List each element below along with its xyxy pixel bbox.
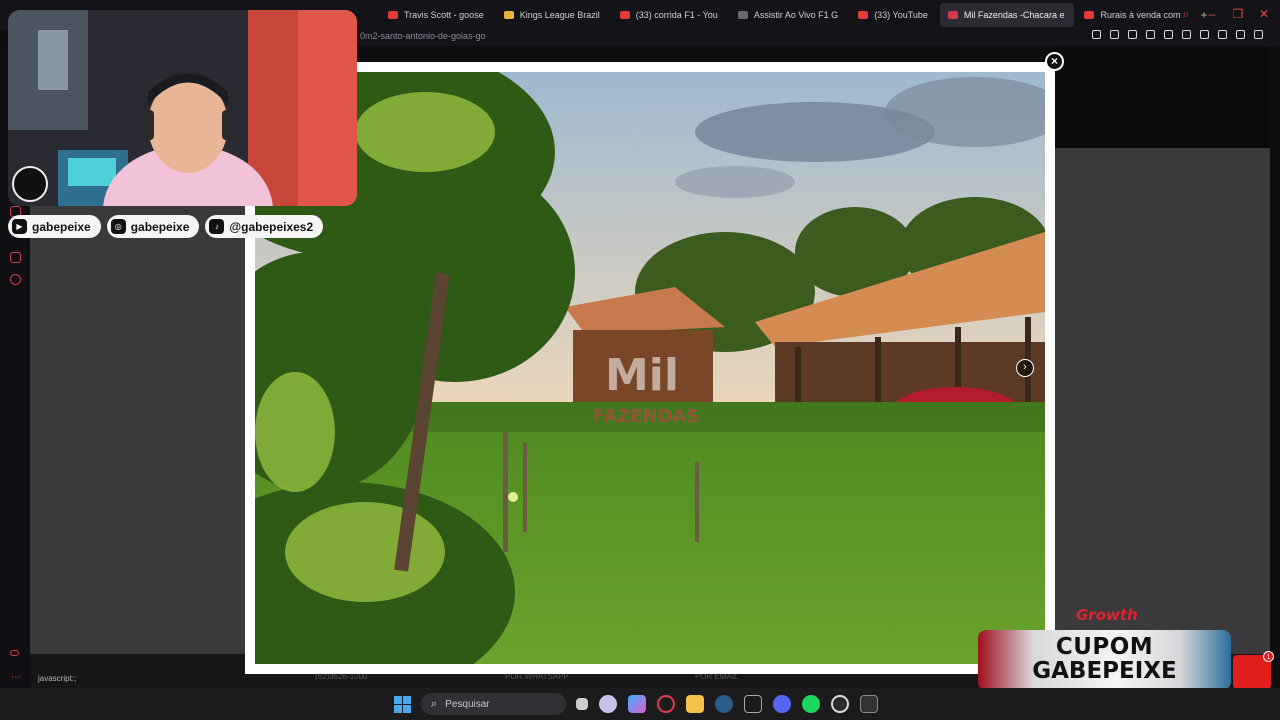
spotify-icon[interactable]	[802, 695, 820, 713]
farm-photo-illustration: Mil FAZENDAS	[255, 72, 1045, 664]
sidebar-settings-icon[interactable]	[10, 274, 21, 285]
tab-label: Kings League Brazil	[519, 10, 600, 20]
status-url: javascript:;	[38, 674, 77, 683]
tab-label: Rurais à venda com	[1100, 10, 1181, 20]
notification-count: 1	[1263, 651, 1274, 662]
tab-kings-league[interactable]: Kings League Brazil	[496, 3, 610, 27]
snapshot-icon[interactable]	[1128, 30, 1137, 39]
mil-fazendas-icon	[947, 11, 958, 19]
window-controls: ⌕ – ❐ ✕	[1180, 8, 1270, 20]
channel-logo-icon	[12, 166, 48, 202]
tab-label: Travis Scott - goose	[404, 10, 484, 20]
youtube-icon	[388, 11, 398, 19]
social-instagram: ◎ gabepeixe	[106, 215, 200, 238]
account-icon[interactable]	[1218, 30, 1227, 39]
sidebar-toggle-icon[interactable]	[1092, 30, 1101, 39]
tv-icon	[737, 11, 748, 19]
minimize-icon[interactable]: –	[1206, 8, 1218, 20]
shield-icon[interactable]	[1146, 30, 1155, 39]
farm-photo: Mil FAZENDAS	[255, 72, 1045, 664]
coupon-banner: CUPOM GABEPEIXE	[978, 630, 1231, 690]
sidebar-home-icon[interactable]	[10, 252, 21, 263]
menu-icon[interactable]	[1254, 30, 1263, 39]
page-header-area	[1054, 46, 1270, 148]
tab-label: (33) corrida F1 - You	[635, 10, 718, 20]
webcam-overlay	[8, 10, 357, 206]
tab-mil-fazendas[interactable]: Mil Fazendas -Chacara e	[939, 3, 1075, 27]
tab-label: Mil Fazendas -Chacara e	[963, 10, 1065, 20]
youtube-icon	[619, 11, 630, 19]
steam-icon[interactable]	[715, 695, 733, 713]
social-label: gabepeixe	[32, 219, 91, 234]
youtube-icon: ▶	[12, 219, 27, 234]
search-placeholder: Pesquisar	[445, 698, 490, 710]
extensions-icon[interactable]	[1200, 30, 1209, 39]
social-youtube: ▶ gabepeixe	[8, 215, 101, 238]
windows-start-icon[interactable]	[394, 696, 411, 713]
webcam-feed	[8, 10, 357, 206]
tab-corrida-f1[interactable]: (33) corrida F1 - You	[612, 3, 728, 27]
url-field[interactable]: 0m2-santo-antonio-de-goias-go	[360, 31, 486, 41]
search-icon: ⌕	[431, 697, 438, 710]
capcut-icon[interactable]	[744, 695, 762, 713]
image-lightbox: Mil FAZENDAS	[245, 62, 1055, 674]
tab-travis-scott[interactable]: Travis Scott - goose	[380, 3, 494, 27]
pin-icon[interactable]	[1110, 30, 1119, 39]
heart-icon[interactable]	[1182, 30, 1191, 39]
taskbar-search[interactable]: ⌕ Pesquisar	[421, 693, 566, 715]
lightbox-close-button[interactable]: ×	[1045, 52, 1064, 71]
discord-like-icon[interactable]	[599, 695, 617, 713]
sidebar-more-icon[interactable]: ⋯	[11, 672, 21, 683]
coupon-code: GABEPEIXE	[1032, 658, 1177, 684]
social-label: gabepeixe	[130, 219, 190, 234]
question-icon	[1084, 11, 1095, 19]
terminal-icon[interactable]	[860, 695, 878, 713]
windows-taskbar: ⌕ Pesquisar	[0, 688, 1280, 720]
copilot-icon[interactable]	[628, 695, 646, 713]
notification-tag: 1	[1233, 651, 1274, 689]
crown-icon	[503, 11, 514, 19]
tab-label: Assistir Ao Vivo F1 G	[753, 10, 839, 20]
address-bar: 0m2-santo-antonio-de-goias-go	[356, 28, 1280, 46]
social-tiktok: ♪ @gabepeixes2	[205, 215, 324, 238]
restore-icon[interactable]: ❐	[1232, 8, 1244, 20]
discord-icon[interactable]	[773, 695, 791, 713]
download-icon[interactable]	[1236, 30, 1245, 39]
tab-strip: Travis Scott - goose Kings League Brazil…	[380, 3, 1218, 27]
tab-assistir-f1[interactable]: Assistir Ao Vivo F1 G	[730, 3, 848, 27]
file-explorer-icon[interactable]	[686, 695, 704, 713]
coupon-line1: CUPOM	[1055, 634, 1154, 660]
play-icon[interactable]	[1164, 30, 1173, 39]
taskbar-apps	[576, 695, 878, 713]
youtube-icon	[858, 11, 869, 19]
search-tabs-icon[interactable]: ⌕	[1180, 8, 1192, 20]
close-window-icon[interactable]: ✕	[1258, 8, 1270, 20]
tab-rurais[interactable]: Rurais à venda com	[1076, 3, 1190, 27]
tab-youtube[interactable]: (33) YouTube	[850, 3, 938, 27]
tiktok-icon: ♪	[209, 219, 225, 234]
task-view-icon[interactable]	[576, 698, 588, 710]
sidebar-gx-icon[interactable]	[10, 650, 19, 656]
watermark-mil: Mil	[605, 350, 679, 401]
sponsor-logo: Growth	[1076, 606, 1138, 624]
instagram-icon: ◎	[110, 219, 126, 234]
social-label: @gabepeixes2	[229, 219, 314, 234]
toolbar-icons	[1092, 30, 1263, 39]
social-handles: ▶ gabepeixe ◎ gabepeixe ♪ @gabepeixes2	[8, 215, 324, 238]
opera-gx-icon[interactable]	[657, 695, 675, 713]
watermark-fazendas: FAZENDAS	[593, 406, 699, 427]
tab-label: (33) YouTube	[874, 10, 928, 20]
obs-icon[interactable]	[831, 695, 849, 713]
lightbox-next-button[interactable]: ›	[1016, 359, 1034, 377]
